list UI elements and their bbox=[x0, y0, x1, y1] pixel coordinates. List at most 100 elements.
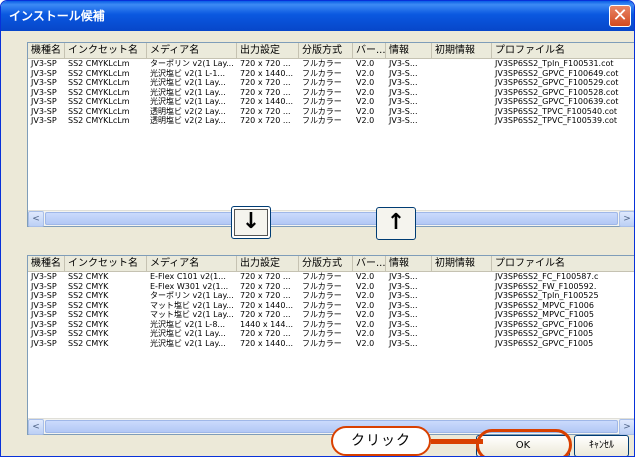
column-header[interactable]: 初期情報 bbox=[432, 43, 492, 58]
column-header[interactable]: インクセット名 bbox=[65, 256, 147, 271]
table-row[interactable]: JV3-SP SS2 CMYKLcLm 光沢塩ビ v2(1 Lay... 720 x … bbox=[28, 87, 634, 98]
column-header[interactable]: 分版方式 bbox=[299, 256, 353, 271]
scroll-right-button[interactable]: > bbox=[619, 211, 634, 227]
table-row[interactable]: JV3-SP SS2 CMYK 光沢塩ビ v2(1 Lay... 720 x 1440… bbox=[28, 338, 634, 349]
table-cell: JV3-SP bbox=[31, 319, 57, 329]
column-header[interactable]: メディア名 bbox=[147, 256, 237, 271]
table-cell: 光沢塩ビ v2(1 Lay... bbox=[150, 97, 226, 106]
table-cell: SS2 CMYK bbox=[68, 281, 109, 291]
table-cell: フルカラー bbox=[302, 78, 342, 87]
column-header[interactable]: バー... bbox=[353, 256, 386, 271]
table-cell: 光沢塩ビ v2(1 Lay... bbox=[150, 338, 226, 348]
column-header[interactable]: 情報 bbox=[386, 43, 432, 58]
scroll-right-button[interactable]: > bbox=[619, 419, 634, 435]
install-candidates-window: インストール候補 ✕ 機種名 インクセット名 メディア名 出力設定 分版方式 バー... 情… bbox=[0, 0, 635, 457]
scroll-left-button[interactable]: < bbox=[28, 211, 44, 227]
table-cell: JV3-S... bbox=[389, 59, 418, 68]
candidate-list-rows: JV3-SP SS2 CMYKLcLm ターポリン v2(1 Lay... 720 x… bbox=[28, 59, 634, 126]
table-cell: V2.0 bbox=[356, 116, 375, 125]
table-cell: JV3SP6SS2_TPVC_F100540.cot bbox=[495, 106, 618, 116]
column-header[interactable]: インクセット名 bbox=[65, 43, 147, 58]
table-row[interactable]: JV3-SP SS2 CMYKLcLm 光沢塩ビ v2(1 L-1... 720 x … bbox=[28, 68, 634, 79]
table-cell bbox=[432, 107, 492, 117]
table-cell: JV3-SP bbox=[31, 68, 57, 78]
table-cell: V2.0 bbox=[356, 78, 375, 87]
column-header[interactable]: 機種名 bbox=[28, 256, 65, 271]
table-row[interactable]: JV3-SP SS2 CMYKLcLm 光沢塩ビ v2(1 Lay... 720 x … bbox=[28, 97, 634, 107]
table-cell: V2.0 bbox=[356, 291, 375, 300]
table-cell: V2.0 bbox=[356, 281, 375, 291]
table-cell: JV3-S... bbox=[389, 272, 418, 281]
table-cell: SS2 CMYK bbox=[68, 338, 109, 348]
table-cell: V2.0 bbox=[356, 338, 375, 348]
chevron-right-icon: > bbox=[623, 214, 631, 224]
table-cell: JV3-S... bbox=[389, 319, 418, 329]
column-header[interactable]: 情報 bbox=[386, 256, 432, 271]
table-cell: 720 x 720 ... bbox=[240, 281, 291, 291]
table-row[interactable]: JV3-SP SS2 CMYKLcLm 透明塩ビ v2(2 Lay... 720 x … bbox=[28, 116, 634, 126]
column-header[interactable]: 初期情報 bbox=[432, 256, 492, 271]
table-cell: JV3-SP bbox=[31, 59, 57, 68]
table-cell: フルカラー bbox=[302, 281, 342, 291]
table-cell: JV3SP6SS2_GPVC_F1006 bbox=[495, 319, 594, 329]
arrow-up-icon: ↑ bbox=[386, 210, 406, 235]
column-header[interactable]: 機種名 bbox=[28, 43, 65, 58]
table-cell: SS2 CMYKLcLm bbox=[68, 68, 130, 78]
table-cell: JV3-S... bbox=[389, 87, 418, 97]
table-cell: フルカラー bbox=[302, 291, 342, 300]
column-header[interactable]: 分版方式 bbox=[299, 43, 353, 58]
table-cell: JV3-S... bbox=[389, 106, 418, 116]
table-cell bbox=[432, 97, 492, 107]
table-row[interactable]: JV3-SP SS2 CMYKLcLm 光沢塩ビ v2(1 Lay... 720 x … bbox=[28, 78, 634, 88]
table-cell: V2.0 bbox=[356, 300, 375, 310]
candidate-list[interactable]: 機種名 インクセット名 メディア名 出力設定 分版方式 バー... 情報 初期情報 プロファイル… bbox=[27, 42, 634, 227]
table-row[interactable]: JV3-SP SS2 CMYK ターポリン v2(1 Lay... 720 x 720… bbox=[28, 291, 634, 301]
close-button[interactable]: ✕ bbox=[609, 5, 631, 27]
table-cell: SS2 CMYK bbox=[68, 291, 109, 300]
table-row[interactable]: JV3-SP SS2 CMYK E-Flex W301 v2(1... 720 x 7… bbox=[28, 281, 634, 292]
table-cell bbox=[432, 59, 492, 69]
table-cell: JV3-SP bbox=[31, 329, 57, 338]
scroll-left-button[interactable]: < bbox=[28, 419, 44, 435]
table-cell: 光沢塩ビ v2(1 L-8... bbox=[150, 319, 226, 329]
callout-highlight-ring bbox=[476, 429, 572, 456]
column-header[interactable]: プロファイル名 bbox=[492, 256, 634, 271]
table-cell: SS2 CMYK bbox=[68, 329, 109, 338]
table-row[interactable]: JV3-SP SS2 CMYKLcLm 透明塩ビ v2(2 Lay... 720 x … bbox=[28, 106, 634, 117]
click-callout: クリック bbox=[331, 426, 431, 456]
table-cell bbox=[432, 320, 492, 330]
table-cell: V2.0 bbox=[356, 319, 375, 329]
table-row[interactable]: JV3-SP SS2 CMYK マット塩ビ v2(1 Lay... 720 x 144… bbox=[28, 300, 634, 311]
chevron-left-icon: < bbox=[32, 214, 40, 224]
candidate-list-scrollbar[interactable]: < > bbox=[28, 210, 634, 227]
table-cell: 720 x 1440... bbox=[240, 300, 294, 310]
column-header[interactable]: 出力設定 bbox=[237, 43, 299, 58]
move-up-button[interactable]: ↑ bbox=[376, 207, 416, 240]
table-cell: フルカラー bbox=[302, 310, 342, 319]
table-cell bbox=[432, 329, 492, 339]
table-row[interactable]: JV3-SP SS2 CMYK 光沢塩ビ v2(1 Lay... 720 x 720 … bbox=[28, 329, 634, 339]
table-cell: JV3-S... bbox=[389, 300, 418, 310]
table-row[interactable]: JV3-SP SS2 CMYK E-Flex C101 v2(1... 720 x 7… bbox=[28, 272, 634, 282]
table-cell: 720 x 720 ... bbox=[240, 87, 291, 97]
table-cell: フルカラー bbox=[302, 59, 342, 68]
table-cell: SS2 CMYKLcLm bbox=[68, 97, 130, 106]
move-down-button[interactable]: ↓ bbox=[231, 206, 271, 239]
column-header[interactable]: バー... bbox=[353, 43, 386, 58]
table-cell: JV3-S... bbox=[389, 116, 418, 125]
arrow-down-icon: ↓ bbox=[241, 209, 261, 234]
cancel-button[interactable]: ｷｬﾝｾﾙ bbox=[574, 435, 629, 456]
table-cell: ターポリン v2(1 Lay... bbox=[150, 291, 234, 300]
column-header[interactable]: 出力設定 bbox=[237, 256, 299, 271]
scroll-thumb[interactable] bbox=[45, 212, 618, 225]
column-header[interactable]: プロファイル名 bbox=[492, 43, 634, 58]
column-header[interactable]: メディア名 bbox=[147, 43, 237, 58]
table-cell: V2.0 bbox=[356, 68, 375, 78]
table-cell: JV3-SP bbox=[31, 97, 57, 106]
table-row[interactable]: JV3-SP SS2 CMYK マット塩ビ v2(1 Lay... 720 x 720… bbox=[28, 310, 634, 320]
install-list-header: 機種名 インクセット名 メディア名 出力設定 分版方式 バー... 情報 初期情報 プロファイル… bbox=[28, 256, 634, 272]
table-row[interactable]: JV3-SP SS2 CMYK 光沢塩ビ v2(1 L-8... 1440 x 144… bbox=[28, 319, 634, 330]
table-cell: JV3SP6SS2_GPVC_F100639.cot bbox=[495, 97, 619, 106]
table-row[interactable]: JV3-SP SS2 CMYKLcLm ターポリン v2(1 Lay... 720 x… bbox=[28, 59, 634, 69]
install-list[interactable]: 機種名 インクセット名 メディア名 出力設定 分版方式 バー... 情報 初期情報 プロファイル… bbox=[27, 255, 634, 435]
